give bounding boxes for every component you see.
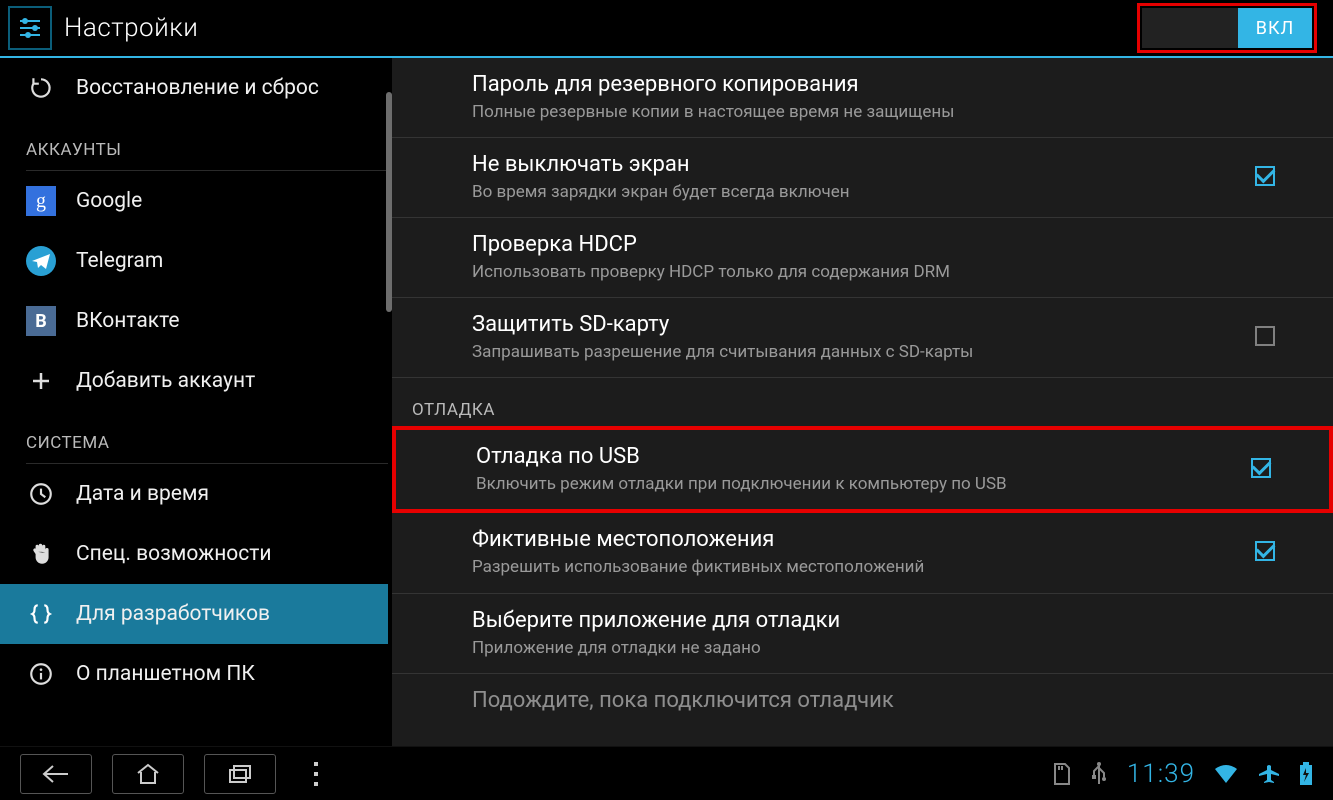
plus-icon [26,366,56,396]
airplane-icon [1257,763,1281,785]
vk-icon: B [26,306,56,336]
option-title: Не выключать экран [472,152,1273,177]
menu-button[interactable] [296,754,336,794]
checkbox[interactable] [1251,458,1271,482]
option-subtitle: Приложение для отладки не задано [472,637,1273,659]
section-debug: ОТЛАДКА [392,378,1333,426]
option-protect-sd[interactable]: Защитить SD-карту Запрашивать разрешение… [392,298,1333,378]
braces-icon [26,599,56,629]
option-title: Защитить SD-карту [472,312,1273,337]
settings-content: Пароль для резервного копирования Полные… [392,58,1333,746]
recent-apps-button[interactable] [204,754,276,794]
sidebar-item-label: Восстановление и сброс [76,76,319,100]
toggle-on-label: ВКЛ [1238,8,1312,48]
option-subtitle: Полные резервные копии в настоящее время… [472,101,1273,123]
checkbox[interactable] [1255,326,1275,350]
sidebar-item-label: О планшетном ПК [76,662,255,686]
sidebar-item-accessibility[interactable]: Спец. возможности [0,524,388,584]
info-icon [26,659,56,689]
battery-icon [1299,762,1313,786]
option-mock-locations[interactable]: Фиктивные местоположения Разрешить испол… [392,513,1333,593]
developer-options-toggle[interactable]: ВКЛ [1142,8,1312,48]
sidebar-section-system: СИСТЕМА [0,411,388,461]
sidebar-section-accounts: АККАУНТЫ [0,118,388,168]
home-button[interactable] [112,754,184,794]
sdcard-icon [1051,762,1071,786]
restore-icon [26,73,56,103]
sidebar-item-label: Дата и время [76,482,209,506]
checkbox[interactable] [1255,541,1275,565]
checkbox[interactable] [1255,166,1275,190]
option-title: Пароль для резервного копирования [472,72,1273,97]
sidebar-item-date-time[interactable]: Дата и время [0,464,388,524]
option-backup-password[interactable]: Пароль для резервного копирования Полные… [392,58,1333,138]
sidebar-item-label: Для разработчиков [76,602,270,626]
sidebar-item-developer[interactable]: Для разработчиков [0,584,388,644]
sidebar-item-label: Добавить аккаунт [76,369,255,393]
option-title: Подождите, пока подключится отладчик [472,688,1273,713]
sidebar-item-about[interactable]: О планшетном ПК [0,644,388,704]
sidebar-item-label: ВКонтакте [76,309,180,333]
usb-icon [1089,762,1109,786]
option-subtitle: Разрешить использование фиктивных местоп… [472,556,1273,578]
page-title: Настройки [64,13,198,43]
option-title: Фиктивные местоположения [472,527,1273,552]
option-subtitle: Во время зарядки экран будет всегда вклю… [472,181,1273,203]
option-wait-debugger[interactable]: Подождите, пока подключится отладчик [392,674,1333,731]
option-debug-app[interactable]: Выберите приложение для отладки Приложен… [392,594,1333,674]
sidebar-item-label: Спец. возможности [76,542,272,566]
option-subtitle: Включить режим отладки при подключении к… [476,473,1269,495]
sidebar-item-label: Telegram [76,249,163,273]
sidebar-item-vk[interactable]: B ВКонтакте [0,291,388,351]
option-title: Отладка по USB [476,444,1269,469]
option-subtitle: Запрашивать разрешение для считывания да… [472,341,1273,363]
sidebar-item-add-account[interactable]: Добавить аккаунт [0,351,388,411]
navigation-bar: 11:39 [0,746,1333,800]
sidebar-item-restore[interactable]: Восстановление и сброс [0,58,388,118]
option-stay-awake[interactable]: Не выключать экран Во время зарядки экра… [392,138,1333,218]
sidebar-item-label: Google [76,189,142,213]
option-usb-debugging[interactable]: Отладка по USB Включить режим отладки пр… [392,426,1333,513]
option-hdcp[interactable]: Проверка HDCP Использовать проверку HDCP… [392,218,1333,298]
google-icon: g [26,186,56,216]
sidebar-item-telegram[interactable]: Telegram [0,231,388,291]
settings-sidebar: Восстановление и сброс АККАУНТЫ g Google… [0,58,392,746]
settings-icon [8,6,52,50]
clock[interactable]: 11:39 [1127,759,1195,789]
clock-icon [26,479,56,509]
sidebar-item-google[interactable]: g Google [0,171,388,231]
back-button[interactable] [20,754,92,794]
hand-icon [26,539,56,569]
telegram-icon [26,246,56,276]
wifi-icon [1213,763,1239,785]
option-subtitle: Использовать проверку HDCP только для со… [472,261,1273,283]
option-title: Проверка HDCP [472,232,1273,257]
option-title: Выберите приложение для отладки [472,608,1273,633]
